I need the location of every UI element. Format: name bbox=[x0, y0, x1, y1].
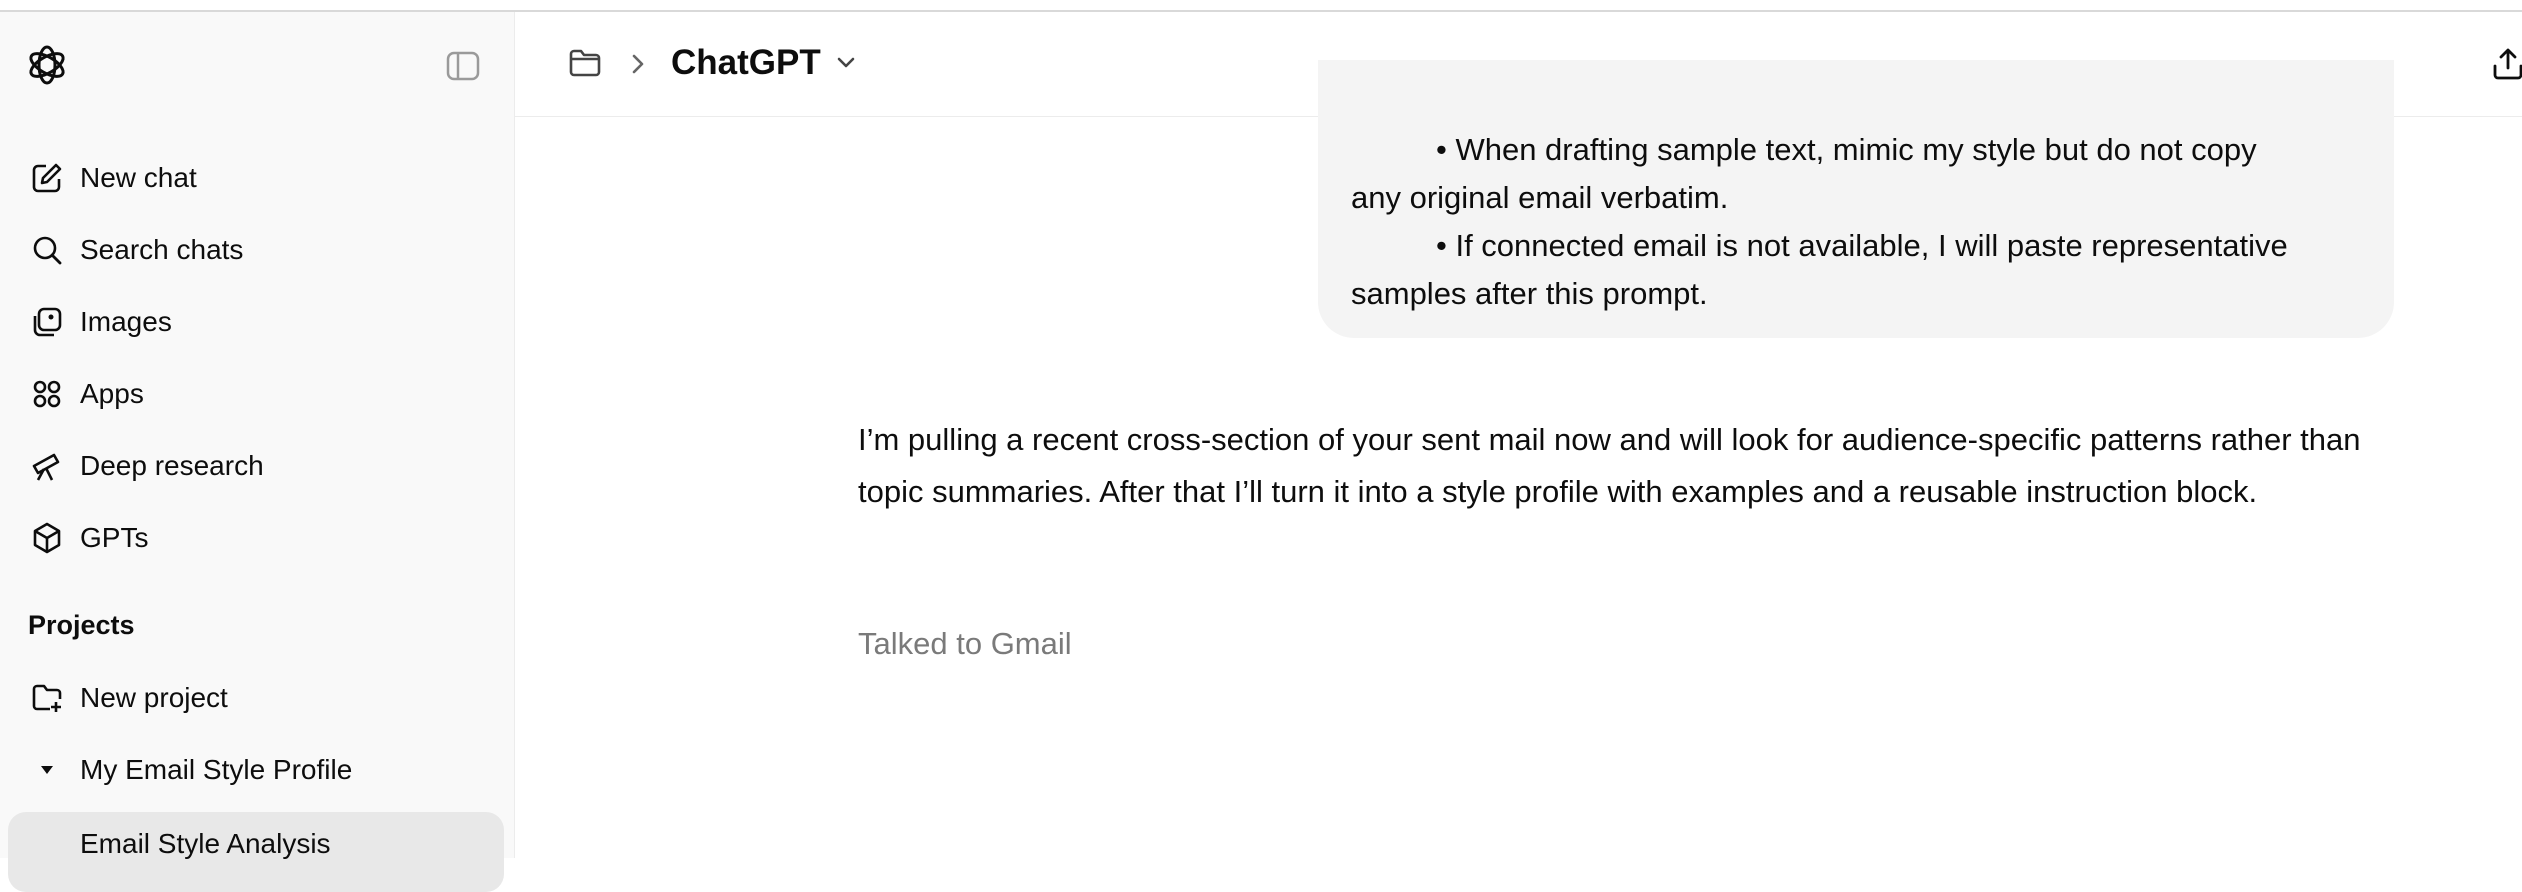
search-chats-button[interactable]: Search chats bbox=[30, 224, 243, 276]
nav-label: Images bbox=[80, 306, 172, 337]
assistant-message: I’m pulling a recent cross-section of yo… bbox=[858, 422, 2361, 509]
new-chat-button[interactable]: New chat bbox=[30, 152, 197, 204]
nav-label: New chat bbox=[80, 162, 197, 193]
share-upload-icon[interactable] bbox=[2488, 44, 2522, 84]
images-icon bbox=[30, 305, 64, 339]
nav-label: GPTs bbox=[80, 522, 149, 553]
deep-research-button[interactable]: Deep research bbox=[30, 440, 264, 492]
user-message-line: • When drafting sample text, mimic my st… bbox=[1436, 132, 2257, 167]
gpts-button[interactable]: GPTs bbox=[30, 512, 148, 564]
user-message-line: • If connected email is not available, I… bbox=[1436, 228, 2288, 263]
projects-heading: Projects bbox=[28, 610, 135, 640]
nav-label: Apps bbox=[80, 378, 144, 409]
sidebar: New chat Search chats Images Apps Deep r… bbox=[0, 12, 515, 892]
sidebar-toggle-icon[interactable] bbox=[445, 48, 481, 84]
search-icon bbox=[30, 233, 64, 267]
nav-label: New project bbox=[80, 682, 228, 713]
window-top-border bbox=[0, 0, 2522, 12]
project-my-email-style-profile[interactable]: My Email Style Profile bbox=[30, 744, 352, 796]
chat-item-label: Email Style Analysis bbox=[80, 828, 331, 859]
model-selector-button[interactable]: ChatGPT bbox=[671, 40, 859, 86]
user-message-line: any original email verbatim. bbox=[1351, 180, 1729, 215]
folder-icon[interactable] bbox=[567, 46, 603, 80]
chevron-down-icon bbox=[833, 50, 859, 76]
folder-plus-icon bbox=[30, 681, 64, 715]
caret-down-icon bbox=[30, 753, 64, 787]
cube-icon bbox=[30, 521, 64, 555]
new-project-button[interactable]: New project bbox=[30, 672, 228, 724]
model-selector-label: ChatGPT bbox=[671, 43, 821, 82]
user-message-line: samples after this prompt. bbox=[1351, 276, 1708, 311]
apps-grid-icon bbox=[30, 377, 64, 411]
pencil-square-icon bbox=[30, 161, 64, 195]
user-message-bubble: • When drafting sample text, mimic my st… bbox=[1318, 60, 2394, 338]
tool-activity-status[interactable]: Talked to Gmail bbox=[858, 626, 1072, 662]
images-button[interactable]: Images bbox=[30, 296, 172, 348]
nav-label: Search chats bbox=[80, 234, 244, 265]
chat-item-email-style-analysis[interactable]: Email Style Analysis bbox=[8, 812, 504, 892]
telescope-icon bbox=[30, 449, 64, 483]
apps-button[interactable]: Apps bbox=[30, 368, 144, 420]
nav-label: My Email Style Profile bbox=[80, 754, 353, 785]
nav-label: Deep research bbox=[80, 450, 264, 481]
openai-logo-icon[interactable] bbox=[24, 42, 70, 88]
chevron-right-icon bbox=[627, 50, 649, 78]
